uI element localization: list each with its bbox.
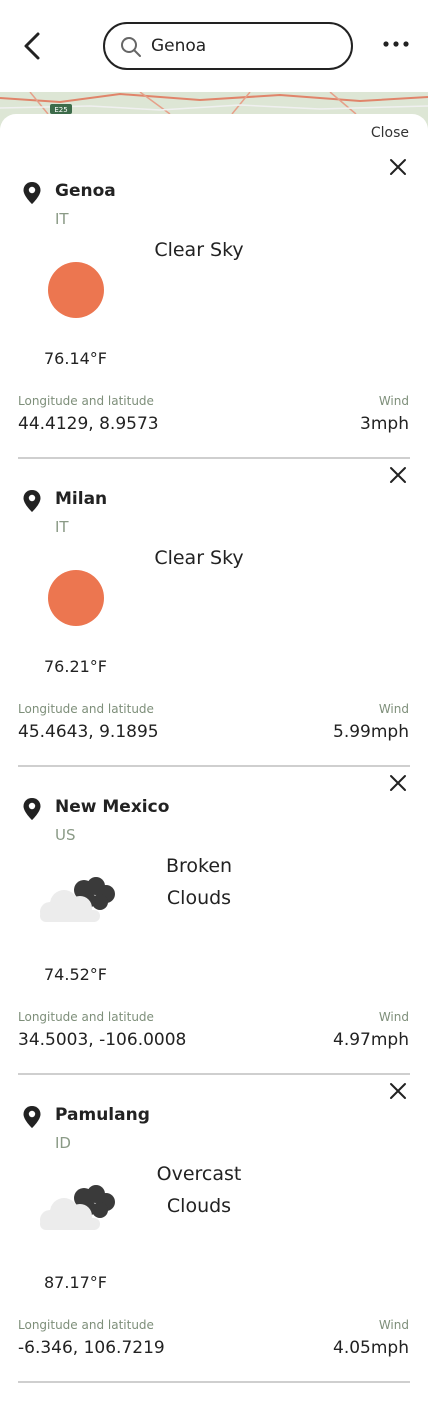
temperature: 87.17°F	[44, 1273, 108, 1292]
city-name: Milan	[55, 489, 108, 509]
broken-clouds-icon	[40, 877, 115, 922]
weather-description: Broken Clouds	[165, 855, 233, 909]
app-header	[0, 0, 428, 92]
card-divider	[18, 1381, 410, 1383]
location-pin-icon	[23, 798, 41, 820]
close-icon	[390, 159, 406, 175]
wind-label: Wind	[378, 1318, 409, 1332]
coordinates-label: Longitude and latitude	[18, 1010, 154, 1024]
weather-description: Overcast Clouds	[156, 1163, 242, 1217]
location-pin-icon	[23, 182, 41, 204]
temperature: 74.52°F	[44, 965, 108, 984]
city-name: New Mexico	[55, 797, 170, 817]
coordinates-label: Longitude and latitude	[18, 394, 154, 408]
remove-card-button[interactable]	[389, 466, 407, 484]
search-input[interactable]	[151, 32, 341, 60]
more-horizontal-icon	[383, 41, 409, 47]
temperature: 76.21°F	[44, 657, 108, 676]
remove-card-button[interactable]	[389, 774, 407, 792]
location-pin-icon	[23, 490, 41, 512]
sun-icon	[48, 262, 104, 318]
overcast-clouds-icon	[40, 1185, 115, 1230]
sun-icon	[48, 570, 104, 626]
coordinates-label: Longitude and latitude	[18, 702, 154, 716]
back-button[interactable]	[18, 28, 48, 64]
close-icon	[390, 775, 406, 791]
coordinates-value: -6.346, 106.7219	[18, 1338, 165, 1358]
weather-results-sheet: Close Genoa IT Clear Sky 76.14°F Longitu…	[0, 114, 428, 1402]
wind-label: Wind	[378, 1010, 409, 1024]
wind-label: Wind	[378, 702, 409, 716]
city-name: Pamulang	[55, 1105, 150, 1125]
country-code: IT	[55, 210, 69, 228]
chevron-left-icon	[24, 32, 40, 60]
close-icon	[390, 1083, 406, 1099]
country-code: IT	[55, 518, 69, 536]
search-bar[interactable]	[103, 22, 353, 70]
coordinates-label: Longitude and latitude	[18, 1318, 154, 1332]
search-icon	[121, 37, 141, 57]
weather-description: Clear Sky	[154, 547, 244, 569]
remove-card-button[interactable]	[389, 158, 407, 176]
wind-value: 4.05mph	[333, 1338, 409, 1358]
weather-card: New Mexico US Broken Clouds 74.52°F Long…	[0, 730, 428, 1075]
close-icon	[390, 467, 406, 483]
weather-card: Pamulang ID Overcast Clouds 87.17°F Long…	[0, 1038, 428, 1383]
remove-card-button[interactable]	[389, 1082, 407, 1100]
temperature: 76.14°F	[44, 349, 108, 368]
weather-card: Milan IT Clear Sky 76.21°F Longitude and…	[0, 422, 428, 767]
weather-card: Genoa IT Clear Sky 76.14°F Longitude and…	[0, 114, 428, 459]
road-label: E25	[54, 106, 67, 114]
location-pin-icon	[23, 1106, 41, 1128]
weather-description: Clear Sky	[154, 239, 244, 261]
wind-label: Wind	[378, 394, 409, 408]
country-code: US	[55, 826, 76, 844]
country-code: ID	[55, 1134, 71, 1152]
more-options-button[interactable]	[380, 34, 412, 54]
city-name: Genoa	[55, 181, 116, 201]
